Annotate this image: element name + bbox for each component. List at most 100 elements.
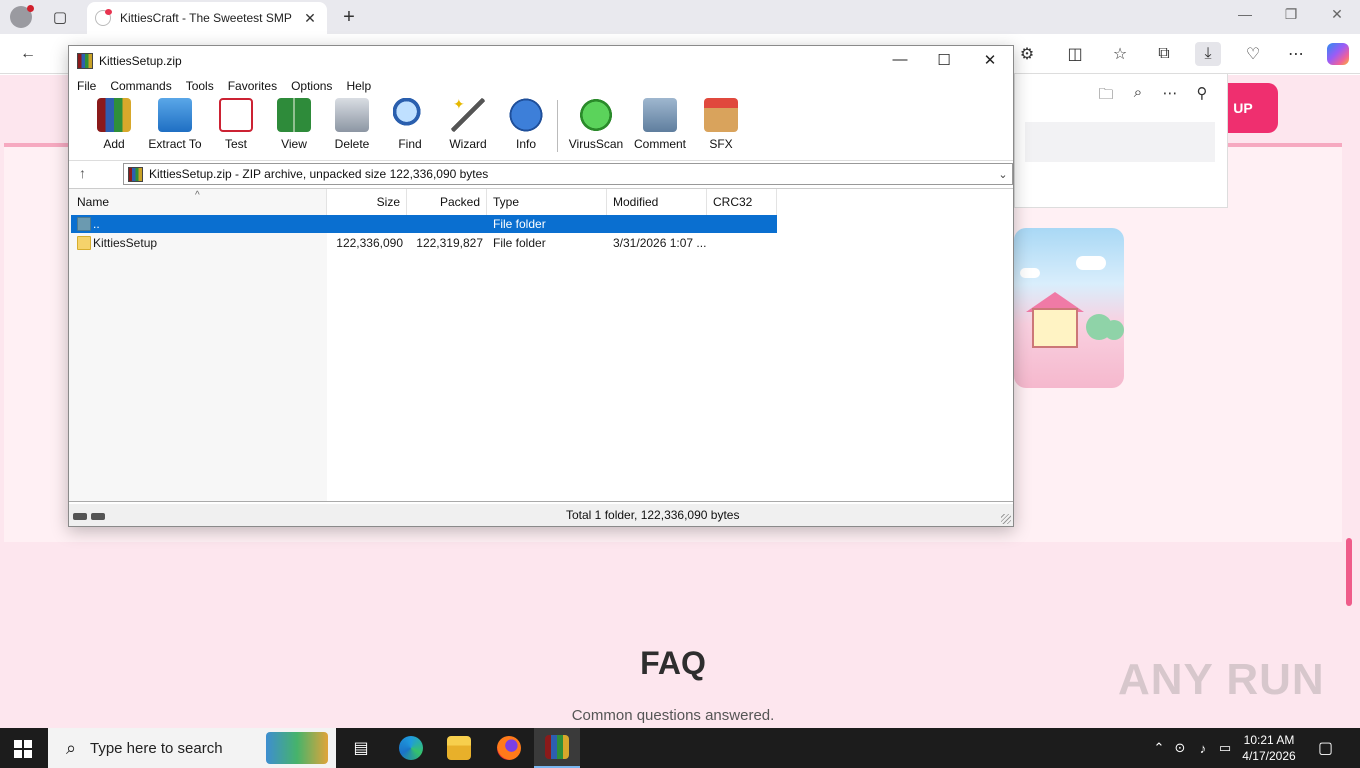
table-row-parent[interactable]: .. File folder: [71, 215, 777, 233]
delete-label: Delete: [334, 137, 370, 151]
anyrun-watermark: ANY RUN: [1118, 655, 1325, 704]
winrar-menubar: File Commands Tools Favorites Options He…: [69, 76, 385, 96]
search-downloads-icon[interactable]: ⌕: [1127, 84, 1149, 109]
back-icon[interactable]: ←: [15, 42, 41, 66]
downloads-icon[interactable]: ⤓: [1195, 42, 1221, 66]
magic-wand-icon: [451, 96, 485, 132]
info-label: Info: [515, 137, 536, 151]
copilot-icon[interactable]: [1327, 43, 1349, 65]
find-label: Find: [398, 137, 422, 151]
menu-file[interactable]: File: [77, 76, 96, 96]
downloads-panel: 🗀 ⌕ ⋯ ⚲: [1014, 74, 1228, 208]
delete-button[interactable]: Delete: [323, 98, 381, 156]
column-header-size[interactable]: Size: [327, 189, 407, 215]
file-explorer-taskbar-icon[interactable]: [436, 728, 482, 768]
column-header-modified[interactable]: Modified: [607, 189, 707, 215]
wizard-button[interactable]: Wizard: [439, 96, 497, 156]
firefox-taskbar-icon[interactable]: [486, 728, 532, 768]
add-label: Add: [103, 137, 125, 151]
network-icon[interactable]: ⊙: [1168, 740, 1192, 756]
show-hidden-icons-icon[interactable]: ⌃: [1150, 740, 1168, 756]
extract-to-button[interactable]: Extract To: [143, 98, 207, 156]
comment-label: Comment: [633, 137, 686, 151]
archive-path-text: KittiesSetup.zip - ZIP archive, unpacked…: [149, 167, 489, 181]
split-screen-icon[interactable]: ◫: [1062, 42, 1088, 66]
column-header-crc32[interactable]: CRC32: [707, 189, 777, 215]
menu-commands[interactable]: Commands: [110, 76, 171, 96]
tab-actions-icon[interactable]: ▢: [47, 5, 73, 29]
browser-tab[interactable]: KittiesCraft - The Sweetest SMP ✕: [87, 2, 327, 34]
taskbar-search-box[interactable]: ⌕ Type here to search: [48, 728, 336, 768]
cell-size: 122,336,090: [336, 236, 403, 250]
game-preview-image: [1014, 228, 1124, 388]
column-header-name[interactable]: ^ Name: [69, 189, 327, 215]
toolbar-divider: [557, 100, 558, 152]
search-placeholder: Type here to search: [90, 739, 223, 757]
sfx-button[interactable]: SFX: [692, 98, 750, 156]
windows-start-icon[interactable]: [14, 740, 32, 758]
downloads-more-icon[interactable]: ⋯: [1159, 84, 1181, 109]
virusscan-label: VirusScan: [568, 137, 624, 151]
cell-packed: 122,319,827: [416, 236, 483, 250]
table-row-kittiessetup[interactable]: KittiesSetup 122,336,090 122,319,827 Fil…: [71, 234, 777, 252]
view-label: View: [281, 137, 307, 151]
menu-options[interactable]: Options: [291, 76, 332, 96]
winrar-window: KittiesSetup.zip — ☐ ✕ File Commands Too…: [68, 45, 1014, 527]
test-label: Test: [224, 137, 247, 151]
cell-packed: [407, 215, 483, 233]
menu-favorites[interactable]: Favorites: [228, 76, 277, 96]
volume-icon[interactable]: ♪: [1192, 741, 1214, 756]
menu-help[interactable]: Help: [346, 76, 371, 96]
browser-essentials-icon[interactable]: ♡: [1240, 42, 1266, 66]
test-button[interactable]: Test: [207, 98, 265, 156]
archive-path-dropdown[interactable]: KittiesSetup.zip - ZIP archive, unpacked…: [123, 163, 1013, 185]
favorites-icon[interactable]: ☆: [1107, 42, 1133, 66]
cell-modified: [613, 215, 707, 233]
column-header-packed[interactable]: Packed: [407, 189, 487, 215]
status-text: Total 1 folder, 122,336,090 bytes: [566, 508, 740, 522]
taskbar-clock[interactable]: 10:21 AM 4/17/2026: [1234, 732, 1304, 764]
minimize-icon[interactable]: —: [1230, 6, 1260, 22]
view-button[interactable]: View: [265, 98, 323, 156]
tab-close-icon[interactable]: ✕: [301, 10, 319, 27]
restore-icon[interactable]: ❐: [1276, 6, 1306, 23]
file-list: ^ Name Size Packed Type Modified CRC32 .…: [69, 188, 1013, 502]
menu-tools[interactable]: Tools: [186, 76, 214, 96]
hello-kitty-favicon-icon: [95, 9, 112, 26]
close-window-icon[interactable]: ✕: [1322, 6, 1352, 23]
virusscan-button[interactable]: VirusScan: [564, 98, 628, 156]
winrar-minimize-icon[interactable]: —: [885, 51, 915, 71]
drive-icon[interactable]: [73, 509, 109, 521]
comment-button[interactable]: Comment: [628, 98, 692, 156]
up-folder-icon[interactable]: ↑: [79, 165, 86, 181]
collections-icon[interactable]: ⧉: [1151, 42, 1177, 66]
winrar-taskbar-icon[interactable]: [534, 728, 580, 768]
winrar-toolbar: Add Extract To Test View Delete Find Wiz…: [69, 96, 1013, 156]
profile-avatar[interactable]: [10, 5, 34, 28]
display-icon[interactable]: ▭: [1214, 740, 1236, 756]
column-header-type[interactable]: Type: [487, 189, 607, 215]
download-item[interactable]: [1025, 122, 1215, 162]
cell-type: File folder: [493, 217, 546, 231]
open-downloads-folder-icon[interactable]: 🗀: [1095, 84, 1117, 109]
clock-time: 10:21 AM: [1243, 733, 1295, 747]
more-menu-icon[interactable]: ⋯: [1283, 42, 1309, 66]
cell-name: ..: [93, 217, 100, 231]
find-button[interactable]: Find: [381, 98, 439, 156]
notification-center-icon[interactable]: ▢: [1318, 728, 1333, 768]
task-view-icon[interactable]: ▤: [338, 728, 384, 768]
new-tab-button[interactable]: +: [336, 5, 362, 29]
resize-grip[interactable]: [1001, 514, 1011, 524]
pin-icon[interactable]: ⚲: [1191, 84, 1213, 109]
chevron-down-icon[interactable]: ⌄: [994, 168, 1012, 181]
extensions-icon[interactable]: ⚙: [1014, 42, 1040, 66]
winrar-close-icon[interactable]: ✕: [975, 51, 1005, 71]
winrar-title: KittiesSetup.zip: [99, 54, 182, 68]
winrar-maximize-icon[interactable]: ☐: [929, 51, 959, 71]
info-button[interactable]: Info: [497, 98, 555, 156]
edge-taskbar-icon[interactable]: [388, 728, 434, 768]
page-scrollbar[interactable]: [1346, 538, 1352, 606]
add-button[interactable]: Add: [85, 98, 143, 156]
faq-subtitle: Common questions answered.: [571, 707, 775, 724]
archive-icon: [128, 166, 143, 182]
